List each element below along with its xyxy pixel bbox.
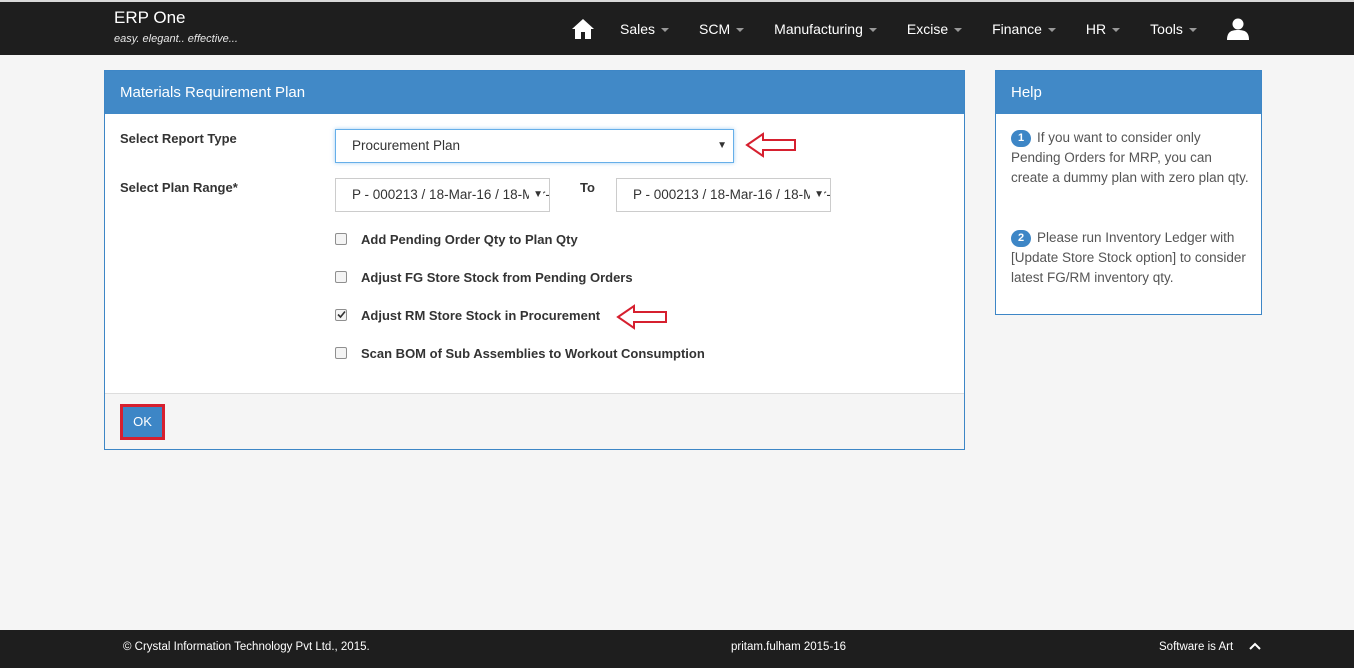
copyright-text: © Crystal Information Technology Pvt Ltd…	[123, 641, 370, 653]
nav-finance[interactable]: Finance	[992, 21, 1056, 37]
option-scan-bom[interactable]: Scan BOM of Sub Assemblies to Workout Co…	[335, 346, 705, 361]
caret-down-icon	[868, 27, 877, 32]
nav-finance-label: Finance	[992, 20, 1042, 37]
nav-tools[interactable]: Tools	[1150, 21, 1197, 37]
brand[interactable]: ERP One easy. elegant.. effective...	[114, 8, 238, 45]
select-arrow-icon: ▼	[529, 179, 543, 211]
nav-manufacturing[interactable]: Manufacturing	[774, 21, 877, 37]
caret-down-icon	[661, 27, 670, 32]
annotation-arrow-icon	[745, 132, 796, 158]
caret-down-icon	[1047, 27, 1056, 32]
nav-tools-label: Tools	[1150, 20, 1183, 37]
select-arrow-icon: ▼	[713, 130, 727, 162]
help-item: 2 Please run Inventory Ledger with [Updat…	[1011, 228, 1251, 288]
report-type-select[interactable]: Procurement Plan ▼	[335, 129, 734, 163]
home-button[interactable]	[568, 2, 598, 55]
plan-to-select[interactable]: P - 000213 / 18-Mar-16 / 18-Mar-16 ▼	[616, 178, 831, 212]
plan-from-value: P - 000213 / 18-Mar-16 / 18-Mar-16	[352, 187, 550, 202]
select-arrow-icon: ▼	[810, 179, 824, 211]
main-nav: Sales SCM Manufacturing Excise Finance H…	[568, 2, 1249, 55]
nav-scm[interactable]: SCM	[699, 20, 745, 37]
user-icon	[1226, 18, 1249, 40]
check-icon	[336, 310, 346, 319]
help-title: Help	[996, 71, 1261, 114]
nav-hr[interactable]: HR	[1085, 20, 1121, 37]
nav-excise[interactable]: Excise	[906, 20, 963, 37]
user-menu-button[interactable]	[1226, 18, 1249, 40]
plan-to-value: P - 000213 / 18-Mar-16 / 18-Mar-16	[633, 187, 831, 202]
ok-button[interactable]: OK	[120, 404, 165, 440]
nav-sales-label: Sales	[620, 20, 656, 37]
chevron-up-icon	[1249, 642, 1261, 650]
caret-down-icon	[954, 27, 963, 32]
caret-down-icon	[1112, 27, 1121, 32]
home-icon	[572, 18, 594, 39]
help-text: Please run Inventory Ledger with [Update…	[1011, 230, 1246, 285]
help-text: If you want to consider only Pending Ord…	[1011, 130, 1249, 185]
nav-hr-label: HR	[1085, 20, 1107, 37]
help-number-badge: 1	[1011, 130, 1031, 147]
nav-scm-label: SCM	[699, 20, 731, 37]
option-label: Add Pending Order Qty to Plan Qty	[361, 232, 578, 247]
option-adjust-fg-stock[interactable]: Adjust FG Store Stock from Pending Order…	[335, 270, 633, 285]
help-item: 1 If you want to consider only Pending Or…	[1011, 128, 1251, 188]
panel-title: Materials Requirement Plan	[105, 71, 964, 114]
annotation-arrow-icon	[616, 304, 667, 330]
top-navbar: ERP One easy. elegant.. effective... Sal…	[0, 0, 1354, 55]
nav-excise-label: Excise	[906, 20, 949, 37]
nav-sales[interactable]: Sales	[620, 20, 670, 37]
caret-down-icon	[1188, 27, 1197, 32]
caret-down-icon	[736, 27, 745, 32]
report-type-value: Procurement Plan	[352, 138, 461, 153]
option-label: Adjust FG Store Stock from Pending Order…	[361, 270, 633, 285]
to-label: To	[580, 180, 595, 195]
report-type-label: Select Report Type	[120, 131, 237, 146]
plan-range-label: Select Plan Range*	[120, 180, 238, 195]
checkbox[interactable]	[335, 270, 347, 283]
scroll-top-button[interactable]	[1249, 641, 1261, 653]
help-panel: Help 1 If you want to consider only Pendi…	[995, 70, 1262, 315]
panel-footer: OK	[105, 393, 964, 449]
page-footer: © Crystal Information Technology Pvt Ltd…	[0, 630, 1354, 668]
slogan-text: Software is Art	[1159, 641, 1234, 653]
app-title: ERP One	[114, 8, 186, 27]
nav-manufacturing-label: Manufacturing	[774, 20, 863, 37]
option-add-pending-qty[interactable]: Add Pending Order Qty to Plan Qty	[335, 232, 578, 247]
option-label: Scan BOM of Sub Assemblies to Workout Co…	[361, 346, 705, 361]
plan-from-select[interactable]: P - 000213 / 18-Mar-16 / 18-Mar-16 ▼	[335, 178, 550, 212]
current-user-text: pritam.fulham 2015-16	[731, 641, 847, 653]
checkbox[interactable]	[335, 346, 347, 359]
option-label: Adjust RM Store Stock in Procurement	[361, 308, 601, 323]
mrp-panel: Materials Requirement Plan Select Report…	[104, 70, 965, 450]
help-number-badge: 2	[1011, 230, 1031, 247]
app-tagline: easy. elegant.. effective...	[114, 33, 238, 45]
checkbox-checked[interactable]	[335, 308, 347, 321]
footer-right: Software is Art	[1159, 641, 1261, 653]
checkbox[interactable]	[335, 232, 347, 245]
option-adjust-rm-stock[interactable]: Adjust RM Store Stock in Procurement	[335, 308, 600, 323]
